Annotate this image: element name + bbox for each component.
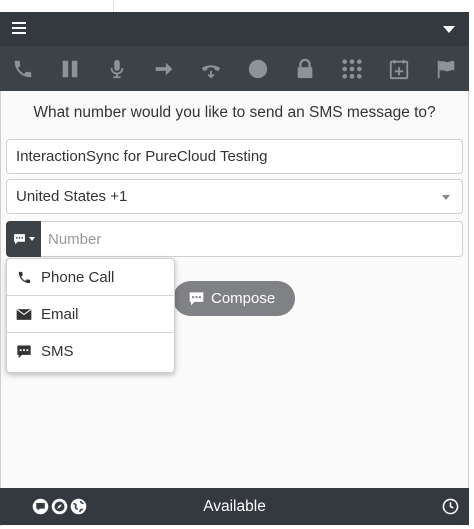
microphone-icon (110, 59, 124, 78)
envelope-icon (16, 308, 32, 320)
flag-button[interactable] (422, 46, 469, 91)
country-select[interactable]: United States +1 (6, 179, 463, 214)
record-icon (248, 59, 268, 78)
flag-icon (437, 60, 454, 78)
contact-type-button[interactable] (6, 221, 41, 257)
dialpad-button[interactable] (328, 46, 375, 91)
dialpad-icon (342, 58, 362, 79)
secure-button[interactable] (281, 46, 328, 91)
contact-type-menu: Phone Call Email SMS (6, 258, 175, 373)
calendar-add-icon (389, 59, 408, 79)
menu-item-sms[interactable]: SMS (7, 333, 174, 370)
transfer-arrow-icon (155, 62, 173, 75)
contact-name-field[interactable]: InteractionSync for PureCloud Testing (6, 139, 463, 174)
country-select-value: United States +1 (16, 188, 128, 205)
chevron-down-icon (442, 195, 450, 200)
sms-prompt: What number would you like to send an SM… (33, 104, 436, 121)
clock-icon[interactable] (442, 498, 459, 515)
number-row (6, 221, 463, 257)
menu-item-email[interactable]: Email (7, 296, 174, 333)
transfer-button[interactable] (141, 46, 188, 91)
call-toolbar (0, 46, 469, 91)
compose-button[interactable]: Compose (173, 281, 295, 316)
menu-item-label: Phone Call (41, 268, 115, 286)
mute-button[interactable] (94, 46, 141, 91)
number-input[interactable] (41, 221, 463, 257)
chat-bubble-icon (17, 345, 31, 359)
menu-item-label: Email (41, 305, 79, 323)
presence-status[interactable]: Available (0, 488, 469, 525)
status-bar: Available (0, 488, 469, 525)
hamburger-icon[interactable] (12, 22, 26, 34)
menu-item-label: SMS (41, 343, 74, 360)
caret-down-icon[interactable] (443, 26, 455, 33)
phone-icon (15, 60, 32, 77)
lock-icon (297, 58, 313, 78)
phone-icon (18, 271, 30, 283)
schedule-button[interactable] (375, 46, 422, 91)
hangup-icon (201, 64, 221, 79)
top-strip (0, 0, 474, 12)
phone-button[interactable] (0, 46, 47, 91)
menu-item-phone-call[interactable]: Phone Call (7, 259, 174, 296)
pause-icon (63, 60, 78, 77)
compose-label: Compose (211, 290, 276, 307)
chat-bubble-icon (13, 234, 25, 245)
header-bar (0, 12, 469, 46)
disconnect-button[interactable] (188, 46, 235, 91)
divider (113, 0, 114, 12)
record-button[interactable] (235, 46, 282, 91)
chat-bubble-icon (189, 292, 204, 306)
caret-down-icon (28, 237, 35, 241)
hold-button[interactable] (47, 46, 94, 91)
